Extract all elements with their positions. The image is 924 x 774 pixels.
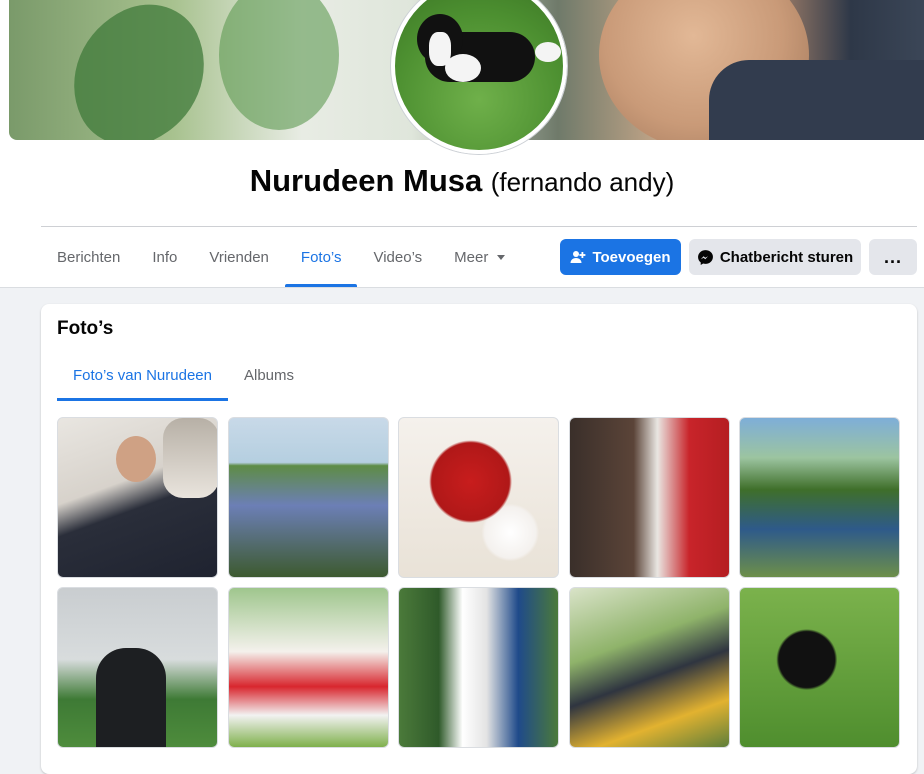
profile-name-row: Nurudeen Musa (fernando andy) [0, 163, 924, 199]
profile-name: Nurudeen Musa [249, 163, 483, 198]
profile-tabs: Berichten Info Vrienden Foto’s Video’s M… [41, 228, 521, 287]
cover-leaf [48, 0, 230, 140]
photo-thumbnail[interactable] [739, 587, 900, 748]
tab-info[interactable]: Info [136, 228, 193, 287]
tab-label: Vrienden [209, 249, 269, 266]
photos-subtabs: Foto’s van Nurudeen Albums [57, 350, 310, 401]
photo-thumbnail[interactable] [398, 587, 559, 748]
message-label: Chatbericht sturen [719, 248, 854, 266]
header-divider [41, 226, 917, 227]
photo-thumbnail[interactable] [398, 417, 559, 578]
avatar-dog-tail [535, 42, 561, 62]
avatar-dog-chest [445, 54, 481, 82]
messenger-icon [697, 249, 714, 266]
tab-videos[interactable]: Video’s [357, 228, 438, 287]
cover-leaf [219, 0, 339, 130]
subtab-albums[interactable]: Albums [228, 350, 310, 401]
tab-berichten[interactable]: Berichten [41, 228, 136, 287]
photo-thumbnail[interactable] [57, 417, 218, 578]
add-friend-label: Toevoegen [592, 248, 671, 266]
photo-thumbnail[interactable] [57, 587, 218, 748]
photo-thumbnail[interactable] [227, 417, 389, 578]
subtab-label: Foto’s van Nurudeen [73, 367, 212, 384]
message-button[interactable]: Chatbericht sturen [689, 239, 861, 275]
more-options-button[interactable]: ... [869, 239, 917, 275]
photo-thumbnail[interactable] [568, 417, 730, 578]
photo-thumbnail[interactable] [739, 417, 900, 578]
tab-label: Berichten [57, 249, 121, 266]
tab-fotos[interactable]: Foto’s [284, 228, 358, 287]
photo-thumbnail[interactable] [227, 587, 389, 748]
tab-meer[interactable]: Meer [438, 228, 521, 287]
profile-header: Nurudeen Musa (fernando andy) Berichten … [0, 0, 924, 288]
photos-card: Foto’s Foto’s van Nurudeen Albums [41, 304, 917, 774]
subtab-photos-of[interactable]: Foto’s van Nurudeen [57, 350, 228, 401]
subtab-label: Albums [243, 367, 295, 384]
caret-down-icon [497, 255, 506, 260]
tab-vrienden[interactable]: Vrienden [193, 228, 285, 287]
tab-label: Meer [454, 249, 489, 266]
more-options-label: ... [883, 246, 902, 267]
add-friend-button[interactable]: Toevoegen [560, 239, 681, 275]
profile-actions: Toevoegen Chatbericht sturen ... [560, 239, 917, 275]
photos-title: Foto’s [57, 318, 114, 339]
photo-grid [57, 417, 900, 748]
tab-label: Foto’s [300, 249, 342, 266]
tab-label: Info [152, 249, 178, 266]
tab-label: Video’s [373, 249, 423, 266]
photo-thumbnail[interactable] [568, 587, 730, 748]
cover-shirt [709, 60, 924, 140]
profile-alternate-name: (fernando andy) [490, 167, 675, 197]
person-plus-icon [570, 249, 586, 265]
